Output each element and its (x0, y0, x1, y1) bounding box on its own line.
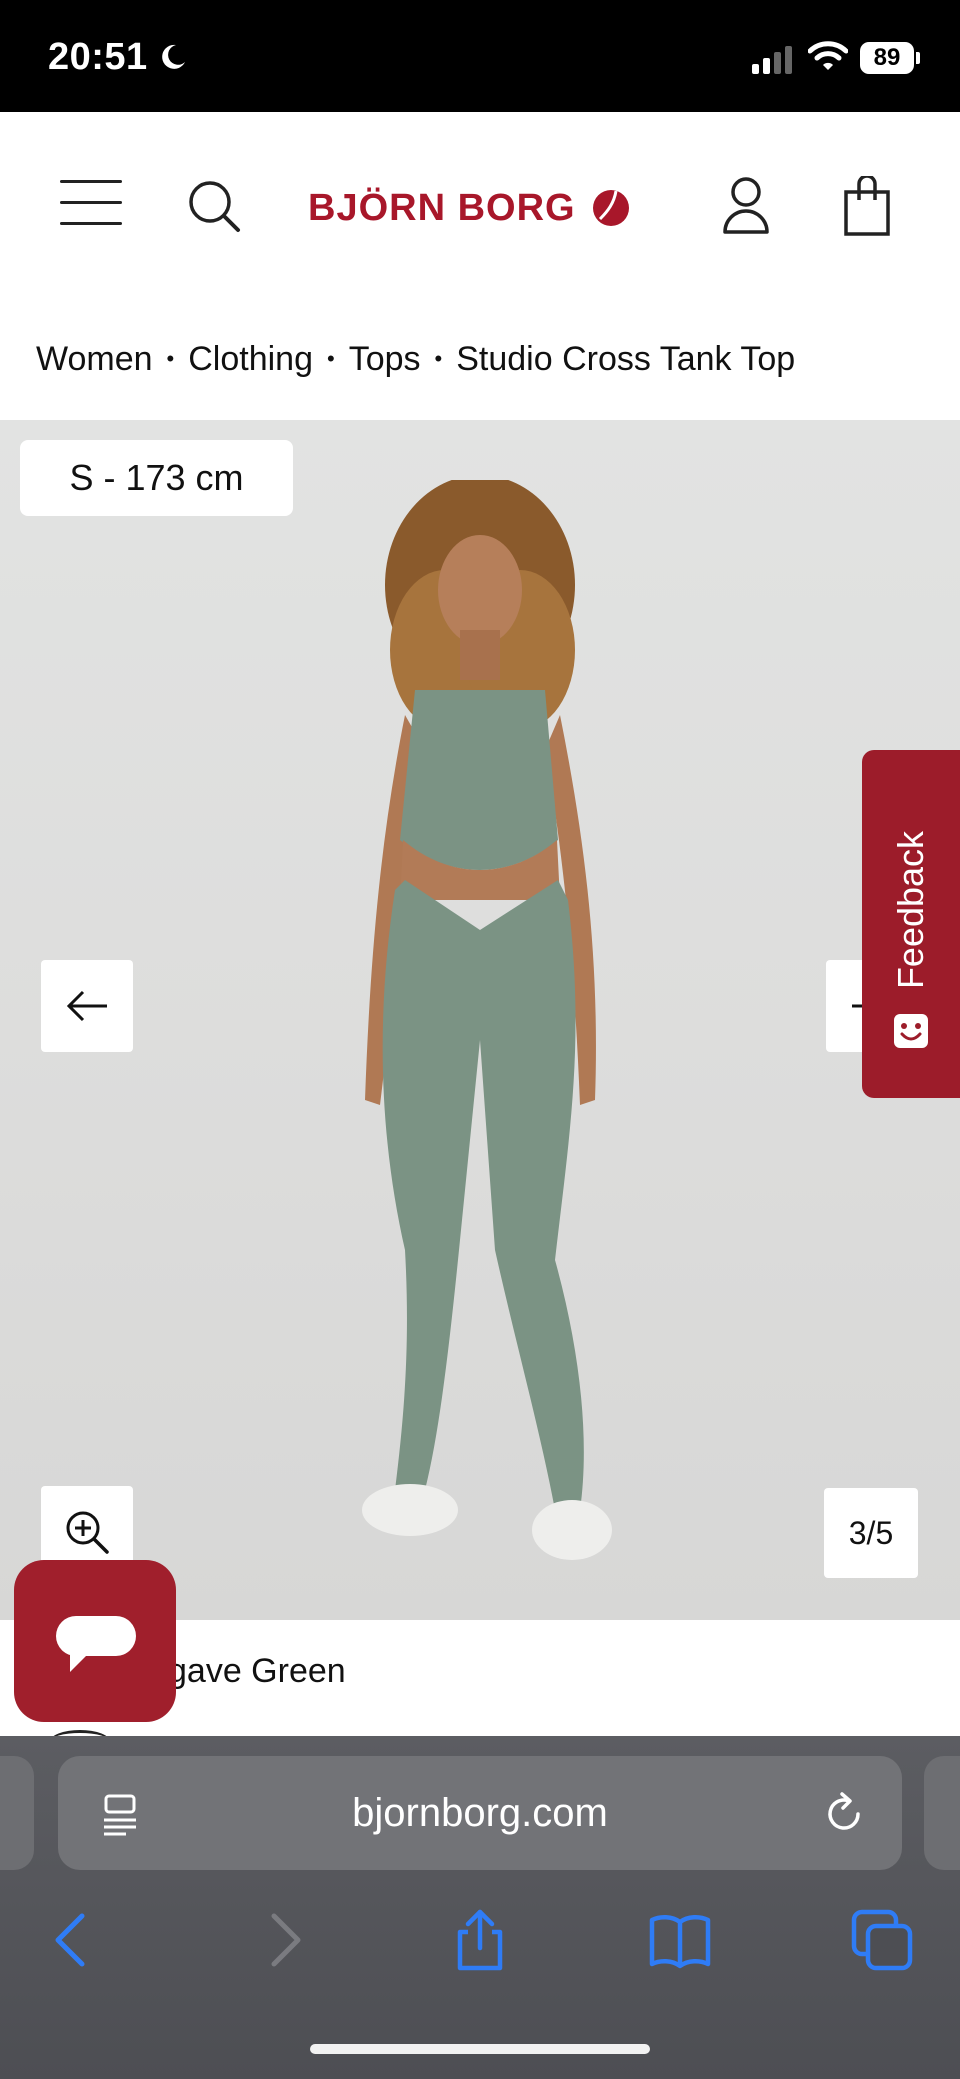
cart-icon[interactable] (842, 176, 892, 236)
share-icon[interactable] (448, 1908, 512, 1972)
account-icon[interactable] (722, 176, 770, 234)
product-gallery[interactable]: S - 173 cm 3/5 (0, 420, 960, 1620)
breadcrumb-tops[interactable]: Tops (349, 340, 421, 379)
feedback-tab[interactable]: Feedback (862, 750, 960, 1098)
address-bar[interactable]: bjornborg.com (58, 1756, 902, 1870)
breadcrumb-women[interactable]: Women (36, 340, 153, 379)
breadcrumb-separator: • (326, 346, 335, 371)
breadcrumb-separator: • (434, 346, 443, 371)
reload-icon[interactable] (822, 1792, 866, 1836)
brand-logo[interactable]: BJÖRN BORG (308, 186, 630, 229)
wifi-icon (808, 41, 848, 70)
product-page: 20:51 89 BJÖRN BORG Women • Clothing • T… (0, 0, 960, 2079)
image-counter: 3/5 (824, 1488, 918, 1578)
back-icon[interactable] (42, 1908, 106, 1972)
breadcrumb: Women • Clothing • Tops • Studio Cross T… (36, 336, 795, 382)
status-time: 20:51 (48, 36, 148, 78)
brand-name: BJÖRN BORG (308, 186, 576, 229)
home-indicator[interactable] (310, 2044, 650, 2054)
product-image (362, 480, 612, 1560)
product-color-name: gave Green (168, 1652, 346, 1690)
zoom-in-icon (66, 1511, 109, 1554)
url-text: bjornborg.com (352, 1791, 608, 1835)
model-size-badge: S - 173 cm (20, 440, 293, 516)
chat-bubble-icon (56, 1616, 136, 1672)
previous-tab-preview[interactable] (0, 1756, 34, 1870)
signal-icon (752, 46, 792, 74)
browser-toolbar: bjornborg.com (0, 1736, 960, 2079)
chat-button[interactable] (14, 1560, 176, 1722)
site-header: BJÖRN BORG (0, 112, 960, 302)
battery-icon: 89 (860, 42, 914, 74)
feedback-label: Feedback (890, 830, 931, 990)
brand-mark-icon (592, 190, 629, 226)
moon-icon (162, 44, 185, 69)
search-icon[interactable] (186, 178, 242, 234)
next-tab-preview[interactable] (924, 1756, 960, 1870)
bookmarks-icon[interactable] (648, 1908, 712, 1972)
battery-level: 89 (873, 44, 901, 71)
previous-image-button[interactable] (41, 960, 133, 1052)
breadcrumb-current: Studio Cross Tank Top (456, 339, 796, 378)
status-bar: 20:51 89 (0, 0, 960, 112)
smiley-icon (894, 1014, 928, 1048)
arrow-left-icon (66, 990, 107, 1022)
breadcrumb-clothing[interactable]: Clothing (188, 340, 313, 379)
tabs-icon[interactable] (850, 1908, 914, 1972)
menu-icon[interactable] (60, 180, 124, 226)
forward-icon[interactable] (250, 1908, 314, 1972)
battery-cap (916, 52, 920, 64)
breadcrumb-separator: • (166, 346, 175, 371)
